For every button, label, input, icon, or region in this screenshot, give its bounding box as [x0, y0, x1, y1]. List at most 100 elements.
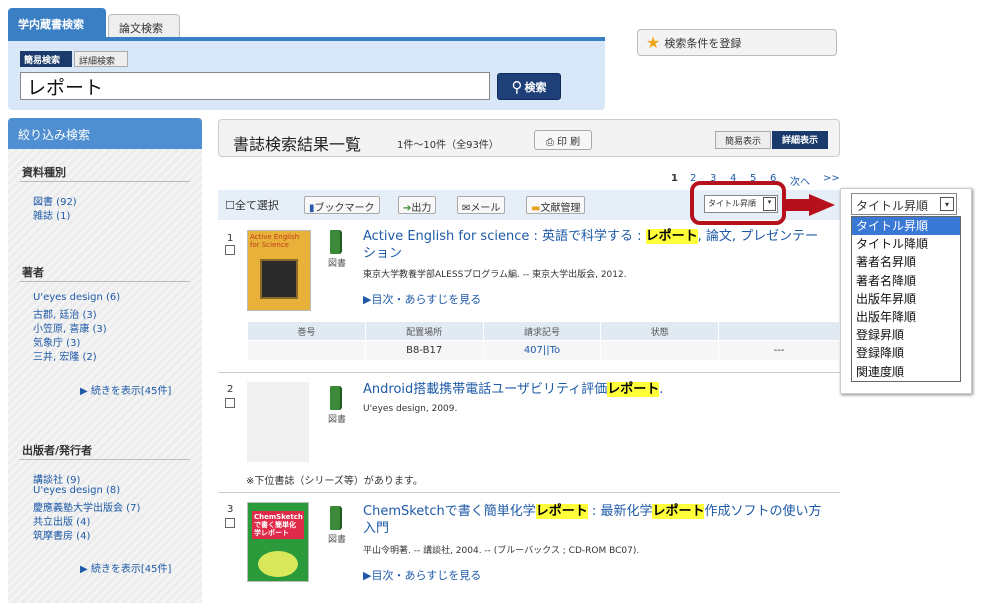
star-icon: ★ — [646, 33, 661, 52]
record-meta: 東京大学教養学部ALESSプログラム編. -- 東京大学出版会, 2012. — [363, 270, 627, 280]
sort-option[interactable]: タイトル昇順 — [852, 217, 960, 236]
bookmark-button[interactable]: ▮ブックマーク — [304, 196, 380, 214]
pager-last[interactable]: >> — [823, 173, 840, 184]
column-header: 請求記号 — [482, 321, 602, 341]
facet-title-author: 著者 — [22, 266, 44, 279]
record-meta: 平山令明著. -- 講談社, 2004. -- (ブルーバックス ; CD-RO… — [363, 546, 640, 556]
material-type: 図書 — [328, 415, 347, 425]
search-button-label: 検索 — [524, 80, 547, 94]
record-number: 3 — [227, 504, 234, 515]
sort-option[interactable]: 関連度順 — [852, 363, 960, 381]
facet-item[interactable]: 共立出版 (4) — [33, 513, 90, 528]
tab-local-catalog[interactable]: 学内蔵書検索 — [8, 8, 106, 38]
reference-manager-label: 文献管理 — [540, 203, 581, 214]
detail-view-button[interactable]: 詳細表示 — [772, 131, 828, 149]
sort-option[interactable]: 出版年降順 — [852, 308, 960, 326]
print-button[interactable]: ⎙ 印 刷 — [534, 130, 592, 150]
sort-option[interactable]: 登録昇順 — [852, 326, 960, 344]
column-header: 配置場所 — [364, 321, 484, 341]
table-cell — [600, 340, 720, 361]
sort-option[interactable]: タイトル降順 — [852, 235, 960, 253]
facet-item[interactable]: 小笠原, 喜康 (3) — [33, 320, 107, 335]
record-number: 2 — [227, 384, 234, 395]
facet-item[interactable]: 気象庁 (3) — [33, 334, 80, 349]
callout-arrow-icon — [809, 194, 835, 216]
sort-select[interactable]: タイトル昇順 ▾ — [851, 193, 957, 215]
sort-options-list: タイトル昇順 タイトル降順 著者名昇順 著者名降順 出版年昇順 出版年降順 登録… — [851, 216, 961, 382]
book-cover-placeholder — [247, 382, 309, 462]
search-button[interactable]: ⚲ 検索 — [497, 73, 561, 100]
facet-title-publisher: 出版者/発行者 — [22, 444, 93, 457]
title-highlight: レポート — [607, 382, 660, 397]
print-label: 印 刷 — [557, 137, 581, 148]
search-input[interactable] — [20, 72, 490, 100]
title-highlight: レポート — [652, 504, 705, 519]
column-header: 巻号 — [247, 321, 366, 341]
simple-view-button[interactable]: 簡易表示 — [715, 131, 771, 149]
reference-manager-button[interactable]: ▬文献管理 — [526, 196, 586, 214]
facet-item[interactable]: U'eyes design (6) — [33, 292, 120, 303]
column-header — [718, 321, 840, 341]
toc-link[interactable]: ▶目次・あらすじを見る — [363, 567, 481, 583]
table-row: B8-B17 407||To --- — [247, 340, 840, 361]
record-checkbox[interactable] — [225, 398, 235, 408]
facet-item[interactable]: 雑誌 (1) — [33, 207, 70, 222]
book-cover-image: ChemSketchで書く簡単化学レポート — [247, 502, 309, 582]
simple-search-tab[interactable]: 簡易検索 — [20, 51, 72, 67]
refine-header: 絞り込み検索 — [8, 118, 202, 149]
record-title-link[interactable]: ChemSketchで書く簡単化学レポート : 最新化学レポート作成ソフトの使い… — [363, 503, 833, 537]
record-checkbox[interactable] — [225, 518, 235, 528]
facet-item[interactable]: 講談社 (9) — [33, 471, 80, 486]
table-cell: --- — [718, 340, 840, 361]
facet-item[interactable]: 図書 (92) — [33, 193, 77, 208]
save-conditions-button[interactable]: ★ 検索条件を登録 — [637, 29, 837, 56]
title-part: : 最新化学 — [587, 504, 653, 519]
sort-option[interactable]: 著者名昇順 — [852, 253, 960, 271]
divider — [20, 459, 190, 460]
save-conditions-label: 検索条件を登録 — [664, 36, 742, 50]
title-highlight: レポート — [535, 504, 588, 519]
select-all-checkbox[interactable]: ☐全て選択 — [225, 197, 279, 213]
export-button[interactable]: ➔出力 — [398, 196, 437, 214]
facet-item[interactable]: 筑摩書房 (4) — [33, 527, 90, 542]
call-number-link[interactable]: 407||To — [482, 340, 602, 361]
title-highlight: レポート — [645, 229, 698, 244]
bookmark-label: ブックマーク — [314, 203, 375, 214]
record-checkbox[interactable] — [225, 245, 235, 255]
record-number: 1 — [227, 233, 234, 244]
results-count: 1件～10件（全93件） — [397, 140, 499, 151]
sort-option[interactable]: 著者名降順 — [852, 272, 960, 290]
record-title-link[interactable]: Android搭載携帯電話ユーザビリティ評価レポート. — [363, 381, 823, 398]
column-header: 状態 — [600, 321, 720, 341]
material-type: 図書 — [328, 535, 347, 545]
show-more-authors-link[interactable]: ▶ 続きを表示[45件] — [80, 382, 171, 397]
book-icon — [330, 230, 342, 254]
sort-option[interactable]: 出版年昇順 — [852, 290, 960, 308]
book-icon — [330, 386, 342, 410]
title-part: Android搭載携帯電話ユーザビリティ評価 — [363, 382, 608, 397]
cover-art — [258, 551, 298, 577]
cover-text: ChemSketchで書く簡単化学レポート — [252, 511, 304, 539]
chevron-down-icon: ▾ — [940, 197, 954, 211]
record-title-link[interactable]: Active English for science : 英語で科学する : レ… — [363, 228, 823, 262]
search-icon: ⚲ — [511, 77, 523, 96]
toc-link[interactable]: ▶目次・あらすじを見る — [363, 291, 481, 307]
divider — [218, 372, 840, 373]
facet-item[interactable]: 三井, 宏隆 (2) — [33, 348, 97, 363]
facet-item[interactable]: U'eyes design (8) — [33, 485, 120, 496]
title-part: . — [659, 382, 664, 397]
show-more-publishers-link[interactable]: ▶ 続きを表示[45件] — [80, 560, 171, 575]
pager-current: 1 — [671, 173, 678, 184]
sort-select-value: タイトル昇順 — [856, 199, 929, 213]
mail-label: メール — [470, 203, 501, 214]
sort-option[interactable]: 登録降順 — [852, 344, 960, 362]
tab-articles[interactable]: 論文検索 — [108, 14, 180, 38]
table-cell: B8-B17 — [364, 340, 484, 361]
mail-button[interactable]: ✉メール — [457, 196, 506, 214]
facet-item[interactable]: 慶應義塾大学出版会 (7) — [33, 499, 140, 514]
pager-next[interactable]: 次へ — [790, 173, 810, 188]
callout-arrow-shaft — [786, 199, 810, 211]
facet-item[interactable]: 古郡, 廷治 (3) — [33, 306, 97, 321]
detail-search-tab[interactable]: 詳細検索 — [74, 51, 128, 67]
holdings-table: 巻号 配置場所 請求記号 状態 B8-B17 407||To --- — [247, 321, 840, 361]
